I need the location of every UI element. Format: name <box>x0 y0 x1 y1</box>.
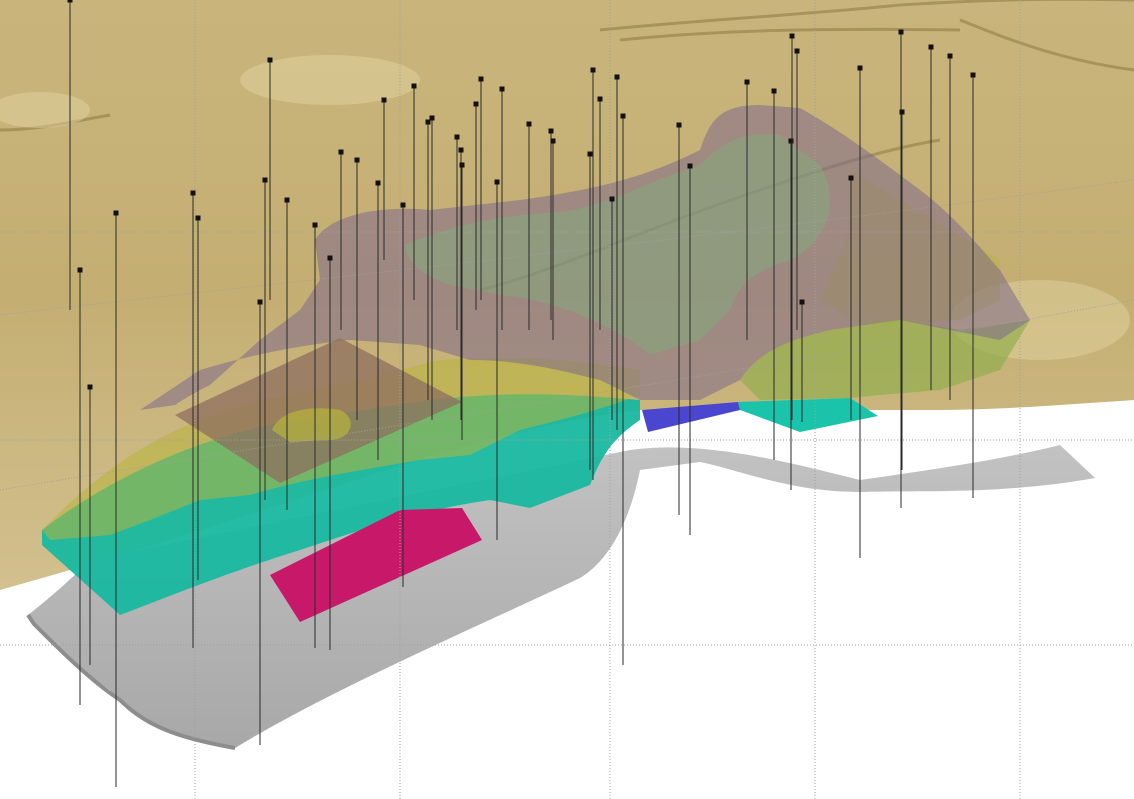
drillhole-collar[interactable] <box>799 299 805 305</box>
drillhole-collar[interactable] <box>947 53 953 59</box>
drillhole-collar[interactable] <box>257 299 263 305</box>
drillhole-collar[interactable] <box>526 121 532 127</box>
drillhole-collar[interactable] <box>494 179 500 185</box>
drillhole-collar[interactable] <box>411 83 417 89</box>
drillhole-collar[interactable] <box>284 197 290 203</box>
drillhole-collar[interactable] <box>597 96 603 102</box>
drillhole-collar[interactable] <box>857 65 863 71</box>
drillhole-collar[interactable] <box>473 101 479 107</box>
drillhole-collar[interactable] <box>338 149 344 155</box>
drillhole-collar[interactable] <box>687 163 693 169</box>
drillhole-collar[interactable] <box>190 190 196 196</box>
drillhole-collar[interactable] <box>267 57 273 63</box>
drillhole-collar[interactable] <box>87 384 93 390</box>
drillhole-collar[interactable] <box>499 86 505 92</box>
drillhole-collar[interactable] <box>788 138 794 144</box>
drillhole-collar[interactable] <box>381 97 387 103</box>
drillhole-collar[interactable] <box>614 74 620 80</box>
drillhole-collar[interactable] <box>375 180 381 186</box>
drillhole-collar[interactable] <box>327 255 333 261</box>
drillhole-collar[interactable] <box>312 222 318 228</box>
drillhole-collar[interactable] <box>928 44 934 50</box>
drillhole-collar[interactable] <box>67 0 73 3</box>
drillhole-collar[interactable] <box>794 48 800 54</box>
drillhole-collar[interactable] <box>899 109 905 115</box>
drillhole-collar[interactable] <box>454 134 460 140</box>
drillhole-collar[interactable] <box>771 88 777 94</box>
drillhole-collar[interactable] <box>848 175 854 181</box>
drillhole-collar[interactable] <box>587 151 593 157</box>
drillhole-collar[interactable] <box>458 147 464 153</box>
drillhole-collar[interactable] <box>429 115 435 121</box>
drillhole-collar[interactable] <box>789 33 795 39</box>
drillhole-collar[interactable] <box>609 196 615 202</box>
drillhole-collar[interactable] <box>478 76 484 82</box>
drillhole-collar[interactable] <box>354 157 360 163</box>
drillhole-collar[interactable] <box>970 72 976 78</box>
drillhole-collar[interactable] <box>77 267 83 273</box>
drillhole-collar[interactable] <box>400 202 406 208</box>
drillhole-collar[interactable] <box>744 79 750 85</box>
drillhole-collar[interactable] <box>590 67 596 73</box>
drillhole-collar[interactable] <box>548 128 554 134</box>
drillhole-collar[interactable] <box>550 138 556 144</box>
drillhole-collar[interactable] <box>459 162 465 168</box>
drillhole-collar[interactable] <box>262 177 268 183</box>
drillhole-collar[interactable] <box>898 29 904 35</box>
drillhole-collar[interactable] <box>676 122 682 128</box>
drillhole-collar[interactable] <box>113 210 119 216</box>
drillhole-collar[interactable] <box>195 215 201 221</box>
drillhole-collar[interactable] <box>620 113 626 119</box>
3d-viewport[interactable] <box>0 0 1134 799</box>
